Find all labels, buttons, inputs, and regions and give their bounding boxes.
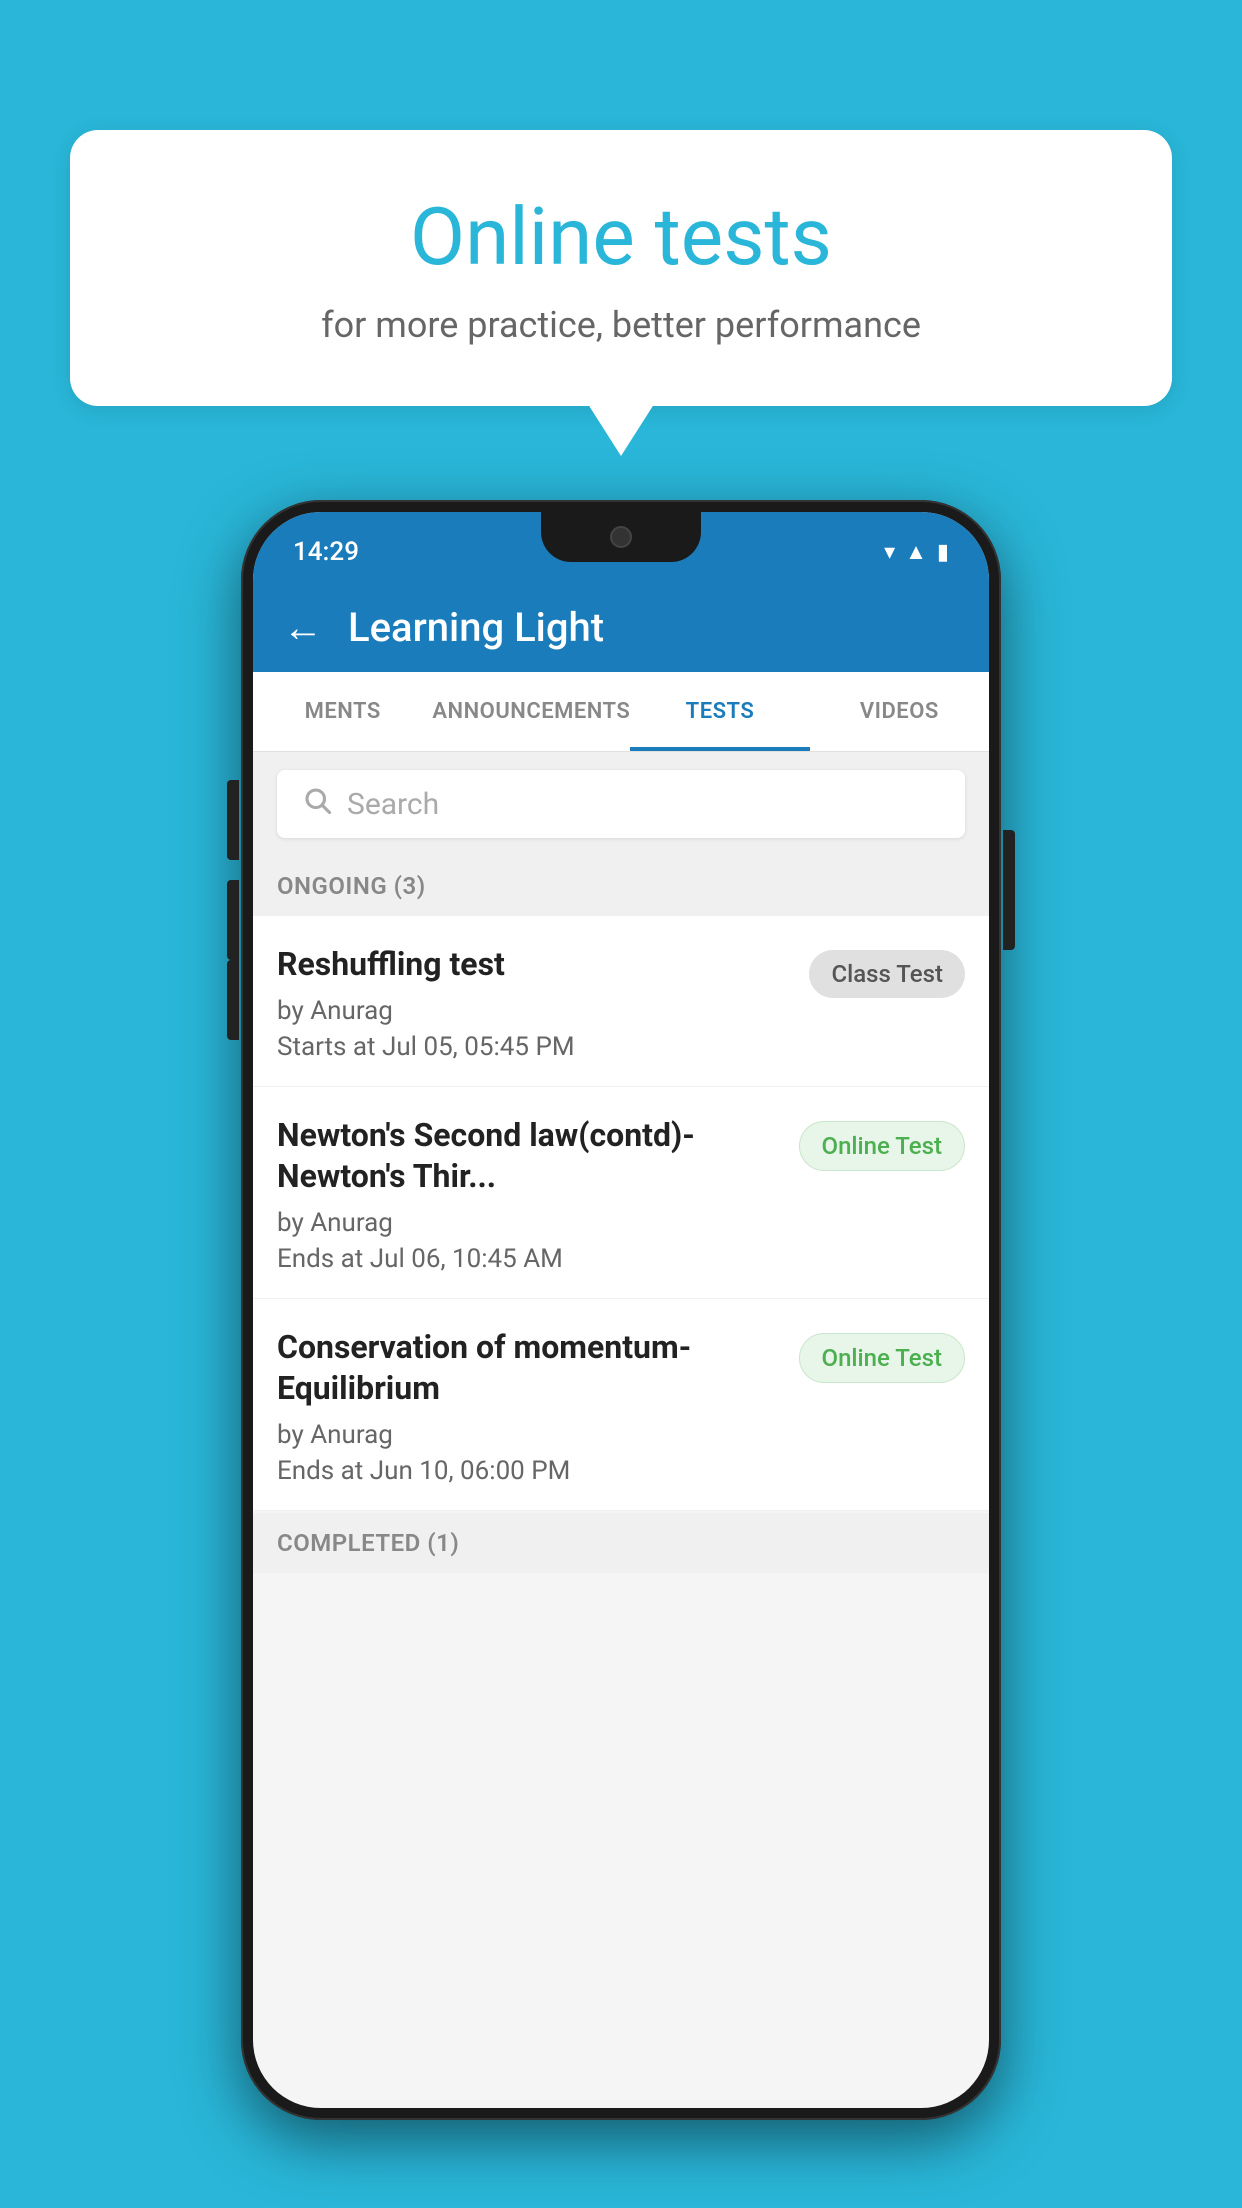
phone-frame: 14:29 ▾ ▲ ▮ ← Learning Light MENTS ANNOU… <box>241 500 1001 2120</box>
test-author-newtons: by Anurag <box>277 1208 783 1238</box>
test-title-conservation: Conservation of momentum-Equilibrium <box>277 1327 783 1410</box>
test-info-conservation: Conservation of momentum-Equilibrium by … <box>277 1327 783 1486</box>
test-item-newtons[interactable]: Newton's Second law(contd)-Newton's Thir… <box>253 1087 989 1299</box>
tab-videos[interactable]: VIDEOS <box>810 672 989 751</box>
test-info-newtons: Newton's Second law(contd)-Newton's Thir… <box>277 1115 783 1274</box>
test-badge-newtons: Online Test <box>799 1121 965 1171</box>
phone-container: 14:29 ▾ ▲ ▮ ← Learning Light MENTS ANNOU… <box>241 500 1001 2120</box>
signal-icon: ▲ <box>905 539 927 565</box>
phone-notch <box>541 512 701 562</box>
ongoing-label: ONGOING (3) <box>277 872 426 900</box>
search-icon <box>302 785 332 823</box>
test-author-conservation: by Anurag <box>277 1420 783 1450</box>
speech-bubble-container: Online tests for more practice, better p… <box>70 130 1172 406</box>
search-bar[interactable]: Search <box>277 770 965 838</box>
test-item-reshuffling[interactable]: Reshuffling test by Anurag Starts at Jul… <box>253 916 989 1087</box>
ongoing-section-header: ONGOING (3) <box>253 856 989 916</box>
test-title-reshuffling: Reshuffling test <box>277 944 793 986</box>
test-author-reshuffling: by Anurag <box>277 996 793 1026</box>
back-button[interactable]: ← <box>283 604 323 651</box>
phone-screen: 14:29 ▾ ▲ ▮ ← Learning Light MENTS ANNOU… <box>253 512 989 2108</box>
wifi-icon: ▾ <box>884 540 895 565</box>
tab-announcements[interactable]: ANNOUNCEMENTS <box>432 672 630 751</box>
app-header: ← Learning Light <box>253 582 989 672</box>
tab-tests[interactable]: TESTS <box>630 672 809 751</box>
speech-bubble: Online tests for more practice, better p… <box>70 130 1172 406</box>
completed-label: COMPLETED (1) <box>277 1529 459 1557</box>
app-title: Learning Light <box>348 604 604 651</box>
status-icons: ▾ ▲ ▮ <box>884 539 949 565</box>
test-date-newtons: Ends at Jul 06, 10:45 AM <box>277 1244 783 1274</box>
search-placeholder: Search <box>347 787 439 822</box>
tabs-bar: MENTS ANNOUNCEMENTS TESTS VIDEOS <box>253 672 989 752</box>
test-info-reshuffling: Reshuffling test by Anurag Starts at Jul… <box>277 944 793 1062</box>
battery-icon: ▮ <box>937 540 949 565</box>
search-container: Search <box>253 752 989 856</box>
camera-dot <box>610 526 632 548</box>
test-list: Reshuffling test by Anurag Starts at Jul… <box>253 916 989 1511</box>
test-date-conservation: Ends at Jun 10, 06:00 PM <box>277 1456 783 1486</box>
test-badge-reshuffling: Class Test <box>809 950 965 998</box>
completed-section-header: COMPLETED (1) <box>253 1513 989 1573</box>
bubble-subtitle: for more practice, better performance <box>120 304 1122 346</box>
test-date-reshuffling: Starts at Jul 05, 05:45 PM <box>277 1032 793 1062</box>
test-badge-conservation: Online Test <box>799 1333 965 1383</box>
test-title-newtons: Newton's Second law(contd)-Newton's Thir… <box>277 1115 783 1198</box>
test-item-conservation[interactable]: Conservation of momentum-Equilibrium by … <box>253 1299 989 1511</box>
tab-ments[interactable]: MENTS <box>253 672 432 751</box>
bubble-title: Online tests <box>120 190 1122 284</box>
